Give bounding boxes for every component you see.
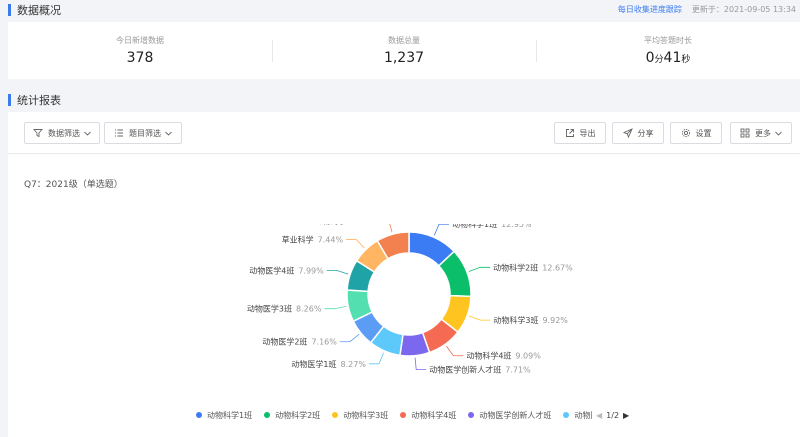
label-leader-line	[389, 224, 393, 233]
more-button[interactable]: 更多	[730, 122, 792, 144]
slice-label: 动物科学4班 9.09%	[466, 351, 541, 361]
legend-item[interactable]: 动物科学1班	[196, 410, 252, 421]
report-title: 统计报表	[17, 94, 61, 107]
section-marker	[8, 94, 11, 106]
legend-dot	[332, 412, 339, 418]
label-leader-line	[468, 315, 491, 321]
legend-dot	[196, 412, 202, 418]
question-title: Q7：2021级（单选题）	[24, 180, 123, 190]
stat-label: 数据总量	[388, 36, 420, 45]
donut-chart: 动物科学1班 12.95% 动物科学2班 12.67% 动物科学3班 9.92% 动物科学4…	[247, 224, 573, 375]
stat-avg-duration: 平均答题时长 0分41秒	[536, 22, 800, 79]
export-icon	[565, 129, 574, 137]
export-button[interactable]: 导出	[554, 122, 606, 144]
section-marker	[8, 4, 11, 16]
slice-label: 动物医学4班 7.99%	[249, 265, 324, 275]
legend-next-icon[interactable]: ▶	[623, 411, 629, 420]
slice-label: 动物科学2班 12.67%	[493, 262, 573, 272]
data-filter-label: 数据筛选	[48, 128, 80, 138]
share-button[interactable]: 分享	[612, 122, 664, 144]
legend-prev-icon[interactable]: ◀	[596, 411, 602, 420]
slice-label: 草业科学 7.44%	[282, 234, 344, 244]
slice-label: 动物科学3班 9.92%	[493, 315, 568, 325]
slice-label: 动物医学2班 7.16%	[262, 337, 337, 347]
stat-value: 1,237	[383, 50, 425, 66]
chevron-down-icon	[775, 131, 782, 136]
share-label: 分享	[637, 128, 654, 138]
gear-icon	[681, 128, 690, 138]
stat-label: 今日新增数据	[116, 36, 164, 45]
slice-label: 动物医学创新人才班 7.71%	[429, 365, 531, 375]
legend-label: 动物科学2班	[275, 410, 321, 420]
duration-minute-unit: 分	[654, 55, 664, 65]
report-header: 统计报表	[0, 90, 61, 110]
legend-item[interactable]: 动物科学4班	[400, 410, 456, 421]
legend-label: 动物医学1班	[574, 410, 592, 420]
stat-new-today: 今日新增数据 378	[8, 22, 272, 79]
legend-label: 动物医学创新人才班	[479, 410, 552, 420]
stats-card: 今日新增数据 378 数据总量 1,237 平均答题时长 0分41秒	[8, 22, 800, 79]
label-leader-line	[339, 333, 360, 343]
label-leader-line	[326, 270, 349, 275]
label-leader-line	[346, 239, 365, 249]
question-filter-label: 题目筛选	[129, 128, 161, 138]
grid-icon	[740, 128, 750, 138]
legend-pager: ◀ 1/2 ▶	[596, 411, 629, 420]
settings-button[interactable]: 设置	[670, 122, 722, 144]
stat-total: 数据总量 1,237	[272, 22, 536, 79]
chevron-down-icon	[165, 131, 172, 136]
legend-label: 动物科学4班	[411, 410, 457, 420]
legend-dot	[264, 412, 271, 418]
legend-label: 动物科学3班	[343, 410, 389, 420]
duration-seconds: 41	[663, 50, 682, 66]
stat-label: 平均答题时长	[644, 36, 692, 45]
slice-label: 动物药学8.54%	[314, 224, 376, 226]
legend-dot	[563, 412, 570, 418]
export-label: 导出	[579, 128, 596, 138]
chart-legend: 动物科学1班动物科学2班动物科学3班动物科学4班动物医学创新人才班动物医学1班 …	[196, 408, 636, 422]
legend-dot	[468, 412, 475, 418]
report-toolbar: 数据筛选 题目筛选 导出 分享 设置 更多	[8, 112, 800, 154]
data-filter-button[interactable]: 数据筛选	[24, 122, 100, 144]
legend-dot	[400, 412, 407, 418]
legend-item[interactable]: 动物科学2班	[264, 410, 320, 421]
stat-value: 378	[126, 50, 154, 66]
label-leader-line	[368, 352, 385, 365]
legend-item[interactable]: 动物科学3班	[332, 410, 388, 421]
question-filter-button[interactable]: 题目筛选	[104, 122, 182, 144]
stat-value: 0分41秒	[646, 50, 691, 66]
label-leader-line	[414, 357, 427, 371]
overview-title: 数据概况	[17, 4, 61, 17]
legend-label: 动物科学1班	[207, 410, 253, 420]
list-icon	[115, 129, 123, 137]
progress-tracking-link[interactable]: 每日收集进度跟踪	[618, 4, 682, 15]
label-leader-line	[433, 224, 450, 236]
legend-item[interactable]: 动物医学1班	[563, 410, 592, 421]
slice-label: 动物医学3班 8.26%	[247, 304, 322, 314]
report-panel: 数据筛选 题目筛选 导出 分享 设置 更多 Q7：2021级（单选题） 动物科学…	[8, 112, 800, 437]
duration-minutes: 0	[645, 50, 655, 66]
overview-meta: 每日收集进度跟踪 更新于：2021-09-05 13:34	[618, 0, 796, 18]
label-leader-line	[468, 266, 491, 272]
chevron-down-icon	[84, 131, 91, 136]
slice-label: 动物医学1班 8.27%	[291, 359, 366, 369]
label-leader-line	[446, 345, 464, 357]
updated-time: 更新于：2021-09-05 13:34	[691, 4, 796, 14]
filter-icon	[33, 129, 43, 138]
slice-label: 动物科学1班 12.95%	[452, 224, 532, 229]
settings-label: 设置	[695, 128, 712, 138]
label-leader-line	[324, 305, 347, 310]
legend-items: 动物科学1班 动物科学2班 动物科学3班 动物科学4班 动物医学创新人才班 动物医学1班	[196, 410, 592, 421]
send-icon	[622, 128, 633, 138]
legend-item[interactable]: 动物医学创新人才班	[468, 410, 551, 421]
more-label: 更多	[755, 128, 771, 138]
duration-second-unit: 秒	[681, 55, 691, 65]
legend-page: 1/2	[606, 410, 620, 420]
